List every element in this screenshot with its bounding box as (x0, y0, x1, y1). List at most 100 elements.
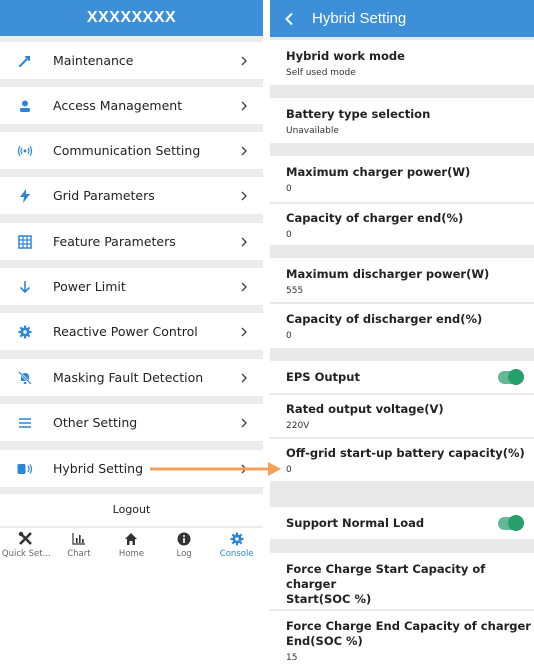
home-icon (123, 531, 139, 546)
arrow-down-icon (17, 279, 33, 295)
setting-label: Battery type selection (286, 107, 431, 121)
gear-icon (17, 324, 33, 340)
info-icon (176, 531, 192, 546)
setting-label: Force Charge Start Capacity of charger (286, 562, 486, 591)
offgrid-battery-capacity-row[interactable]: Off-grid start-up battery capacity(%) 0 (270, 439, 534, 481)
chevron-right-icon (241, 327, 247, 336)
menu-item-label: Access Management (53, 98, 183, 113)
capacity-charger-end-row[interactable]: Capacity of charger end(%) 0 (270, 204, 534, 245)
setting-label: Force Charge End Capacity of charger (286, 619, 531, 633)
setting-value: 555 (286, 286, 304, 296)
max-charger-power-row[interactable]: Maximum charger power(W) 0 (270, 156, 534, 202)
eps-output-toggle[interactable] (498, 369, 524, 385)
menu-item-label: Feature Parameters (53, 234, 176, 249)
device-title: XXXXXXXX (0, 0, 263, 36)
toggle-knob (508, 515, 524, 531)
menu-item-label: Other Setting (53, 415, 138, 430)
setting-value: Self used mode (286, 68, 356, 78)
chevron-right-icon (241, 191, 247, 200)
tab-label: Home (118, 549, 145, 559)
console-screen: XXXXXXXX Maintenance Access Management C… (0, 0, 263, 563)
support-normal-load-toggle[interactable] (498, 515, 524, 531)
bell-off-icon (17, 370, 33, 386)
setting-label: Rated output voltage(V) (286, 402, 444, 416)
setting-value: Unavailable (286, 126, 339, 136)
bottom-tab-bar: Quick Set... Chart Home Log Console (0, 528, 263, 563)
hybrid-setting-screen: Hybrid Setting Hybrid work mode Self use… (270, 0, 534, 665)
menu-item-power-limit[interactable]: Power Limit (0, 268, 263, 305)
menu-item-label: Hybrid Setting (53, 461, 144, 476)
setting-value: 0 (286, 184, 292, 194)
menu-item-masking-fault-detection[interactable]: Masking Fault Detection (0, 359, 263, 396)
setting-value: 15 (286, 653, 298, 663)
signal-icon (17, 143, 33, 159)
max-discharger-power-row[interactable]: Maximum discharger power(W) 555 (270, 258, 534, 302)
chevron-right-icon (241, 56, 247, 65)
setting-label: Capacity of charger end(%) (286, 211, 464, 225)
menu-item-label: Masking Fault Detection (53, 370, 204, 385)
menu-item-maintenance[interactable]: Maintenance (0, 42, 263, 79)
setting-label-line2: Start(SOC %) (286, 592, 372, 606)
tab-console[interactable]: Console (210, 528, 263, 563)
force-charge-start-row[interactable]: Force Charge Start Capacity of charger S… (270, 553, 534, 621)
wrench-icon (17, 53, 33, 69)
menu-item-hybrid-setting[interactable]: Hybrid Setting (0, 450, 263, 487)
chevron-right-icon (241, 464, 247, 473)
setting-label: Support Normal Load (286, 515, 425, 530)
tab-chart[interactable]: Chart (53, 528, 106, 563)
logout-button[interactable]: Logout (0, 494, 263, 526)
setting-label: Maximum discharger power(W) (286, 267, 490, 281)
grid-icon (17, 234, 33, 250)
hybrid-work-mode-row[interactable]: Hybrid work mode Self used mode (270, 40, 534, 85)
tab-log[interactable]: Log (158, 528, 211, 563)
chevron-right-icon (241, 146, 247, 155)
toggle-knob (508, 369, 524, 385)
rated-output-voltage-row[interactable]: Rated output voltage(V) 220V (270, 395, 534, 437)
gear-icon (229, 531, 245, 546)
capacity-discharger-end-row[interactable]: Capacity of discharger end(%) 0 (270, 304, 534, 348)
chevron-right-icon (241, 101, 247, 110)
force-charge-end-row[interactable]: Force Charge End Capacity of charger End… (270, 611, 534, 665)
menu-item-label: Power Limit (53, 279, 126, 294)
user-icon (17, 98, 33, 114)
setting-value: 0 (286, 331, 292, 341)
tab-label: Log (176, 549, 192, 559)
menu-item-feature-parameters[interactable]: Feature Parameters (0, 223, 263, 260)
tab-label: Quick Set... (1, 549, 51, 559)
setting-label: Hybrid work mode (286, 49, 405, 63)
setting-label: Capacity of discharger end(%) (286, 312, 483, 326)
menu-item-communication-setting[interactable]: Communication Setting (0, 132, 263, 169)
chevron-right-icon (241, 282, 247, 291)
setting-label: Maximum charger power(W) (286, 165, 471, 179)
menu-item-label: Reactive Power Control (53, 324, 198, 339)
setting-value: 0 (286, 465, 292, 475)
tab-label: Chart (67, 549, 91, 559)
page-header: Hybrid Setting (270, 0, 534, 37)
menu-item-reactive-power-control[interactable]: Reactive Power Control (0, 313, 263, 350)
page-title: Hybrid Setting (312, 10, 407, 27)
back-arrow-icon[interactable] (284, 12, 294, 26)
chevron-right-icon (241, 373, 247, 382)
menu-item-grid-parameters[interactable]: Grid Parameters (0, 177, 263, 214)
tab-quick-set[interactable]: Quick Set... (0, 528, 53, 563)
menu-item-label: Maintenance (53, 53, 134, 68)
setting-label-line2: End(SOC %) (286, 634, 363, 648)
menu-item-label: Grid Parameters (53, 188, 155, 203)
chevron-right-icon (241, 418, 247, 427)
menu-item-access-management[interactable]: Access Management (0, 87, 263, 124)
chevron-right-icon (241, 237, 247, 246)
bar-chart-icon (71, 531, 87, 546)
setting-label: EPS Output (286, 369, 360, 384)
battery-type-row[interactable]: Battery type selection Unavailable (270, 98, 534, 143)
tools-icon (18, 531, 34, 546)
tab-home[interactable]: Home (105, 528, 158, 563)
setting-label: Off-grid start-up battery capacity(%) (286, 446, 525, 460)
eps-output-row: EPS Output (270, 361, 534, 393)
setting-value: 0 (286, 230, 292, 240)
menu-item-other-setting[interactable]: Other Setting (0, 404, 263, 441)
support-normal-load-row: Support Normal Load (270, 507, 534, 539)
tab-label: Console (219, 549, 254, 559)
menu-item-label: Communication Setting (53, 143, 201, 158)
menu-lines-icon (17, 415, 33, 431)
lightning-icon (17, 188, 33, 204)
